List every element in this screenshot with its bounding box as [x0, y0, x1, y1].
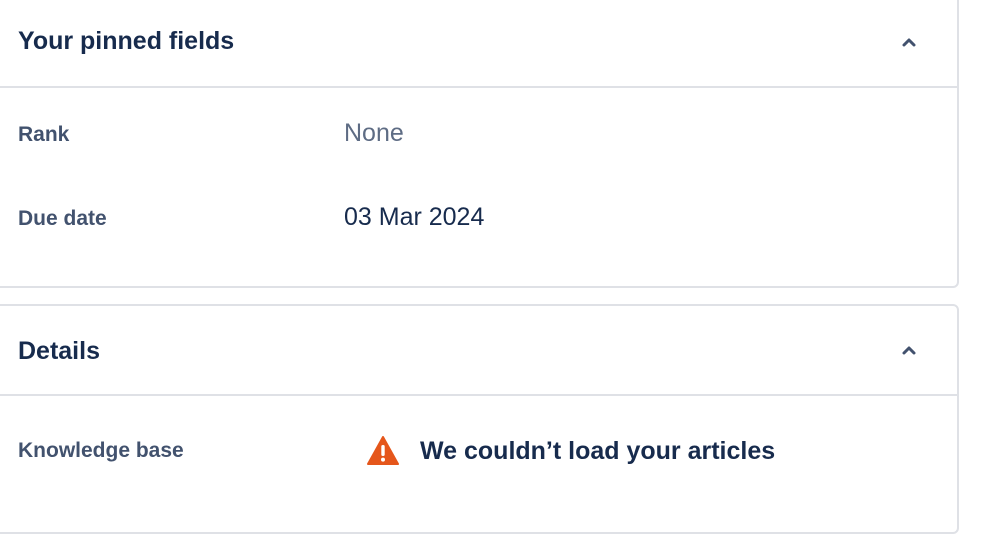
details-panel: Details Knowledge base We couldn’t load …	[0, 304, 959, 534]
field-label-rank: Rank	[18, 123, 70, 146]
field-row-knowledge-base: Knowledge base We couldn’t load your art…	[0, 431, 957, 471]
pinned-fields-panel: Your pinned fields Rank None Due date 03…	[0, 0, 959, 288]
field-label-due-date: Due date	[18, 207, 107, 230]
field-row-due-date: Due date 03 Mar 2024	[0, 199, 957, 239]
field-label-knowledge-base: Knowledge base	[18, 439, 184, 462]
details-title: Details	[18, 337, 100, 365]
knowledge-base-error: We couldn’t load your articles	[366, 431, 775, 471]
chevron-up-icon[interactable]	[897, 30, 921, 54]
field-value-rank[interactable]: None	[344, 119, 404, 148]
field-value-due-date[interactable]: 03 Mar 2024	[344, 203, 484, 232]
knowledge-base-error-text: We couldn’t load your articles	[420, 436, 776, 465]
chevron-up-icon[interactable]	[897, 338, 921, 362]
warning-icon	[366, 434, 400, 468]
field-row-rank: Rank None	[0, 115, 957, 155]
pinned-fields-title: Your pinned fields	[18, 27, 235, 55]
details-header[interactable]: Details	[0, 306, 957, 396]
pinned-fields-header[interactable]: Your pinned fields	[0, 0, 957, 88]
